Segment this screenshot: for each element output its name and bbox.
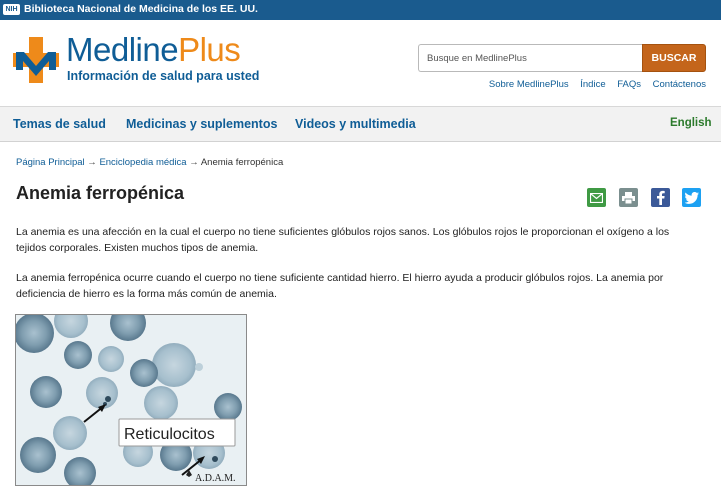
definition-paragraph: La anemia ferropénica ocurre cuando el c… xyxy=(16,272,664,300)
page-title: Anemia ferropénica xyxy=(16,183,185,203)
logo-brand-medline: Medline xyxy=(66,31,179,68)
nav-language-english[interactable]: English xyxy=(670,117,712,129)
reticulocytes-image[interactable]: Reticulocitos A.D.A.M. xyxy=(15,314,247,486)
breadcrumb-home[interactable]: Página Principal xyxy=(16,157,85,168)
search-input[interactable] xyxy=(418,44,642,72)
link-about[interactable]: Sobre MedlinePlus xyxy=(489,79,569,90)
breadcrumb-current: Anemia ferropénica xyxy=(200,157,284,168)
site-header: MedlinePlus Información de salud para us… xyxy=(0,20,721,107)
nav-item-health-topics[interactable]: Temas de salud xyxy=(13,117,106,131)
print-icon[interactable] xyxy=(619,188,638,207)
logo-brand-plus: Plus xyxy=(178,31,241,68)
logo-tagline: Información de salud para usted xyxy=(67,69,260,83)
link-index[interactable]: Índice xyxy=(580,79,605,90)
logo-wordmark[interactable]: MedlinePlus xyxy=(66,31,241,69)
breadcrumb-arrow: → xyxy=(87,157,97,168)
breadcrumb: Página Principal → Enciclopedia médica →… xyxy=(16,157,283,168)
link-contact[interactable]: Contáctenos xyxy=(653,79,706,90)
facebook-icon[interactable] xyxy=(651,188,670,207)
nih-bar-text[interactable]: Biblioteca Nacional de Medicina de los E… xyxy=(24,3,258,15)
main-nav: Temas de salud Medicinas y suplementos V… xyxy=(0,107,721,142)
nih-logo[interactable]: NIH xyxy=(3,4,20,15)
figure-label: Reticulocitos xyxy=(124,426,215,443)
intro-paragraph: La anemia es una afección en la cual el … xyxy=(16,226,670,254)
breadcrumb-encyclopedia[interactable]: Enciclopedia médica xyxy=(99,157,186,168)
nih-bar: NIH Biblioteca Nacional de Medicina de l… xyxy=(0,0,721,20)
micrograph-illustration: Reticulocitos A.D.A.M. xyxy=(16,315,246,485)
medlineplus-logo-icon[interactable] xyxy=(12,36,60,84)
link-faqs[interactable]: FAQs xyxy=(617,79,641,90)
utility-links: Sobre MedlinePlus Índice FAQs Contácteno… xyxy=(480,79,706,90)
nav-item-drugs-supplements[interactable]: Medicinas y suplementos xyxy=(126,117,277,131)
adam-credit: A.D.A.M. xyxy=(195,473,236,484)
search-button[interactable]: BUSCAR xyxy=(642,44,706,72)
breadcrumb-arrow: → xyxy=(189,157,199,168)
email-icon[interactable] xyxy=(587,188,606,207)
nav-item-videos-multimedia[interactable]: Videos y multimedia xyxy=(295,117,416,131)
twitter-icon[interactable] xyxy=(682,188,701,207)
